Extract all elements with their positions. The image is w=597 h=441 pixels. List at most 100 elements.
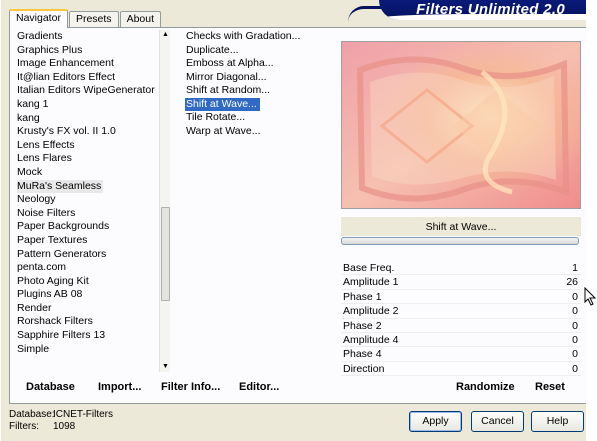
filter-category-item[interactable]: Krusty's FX vol. II 1.0 — [17, 125, 157, 139]
filter-category-item[interactable]: Paper Backgrounds — [17, 220, 157, 234]
category-scrollbar[interactable]: ▲ ▼ — [159, 30, 170, 372]
effect-label: Warp at Wave... — [186, 124, 261, 137]
filter-category-item[interactable]: Lens Effects — [17, 139, 157, 153]
effect-item[interactable]: Checks with Gradation... — [185, 30, 300, 44]
preview-artwork — [342, 42, 580, 208]
filter-category-item[interactable]: Italian Editors WipeGenerator — [17, 84, 157, 98]
parameter-value[interactable]: 0 — [572, 319, 578, 333]
filter-category-label: Graphics Plus — [17, 43, 83, 56]
filter-category-item[interactable]: kang — [17, 112, 157, 126]
scrollbar-thumb[interactable] — [161, 207, 170, 301]
parameter-row[interactable]: Phase 2 0 — [341, 319, 581, 333]
filter-category-label: Paper Backgrounds — [17, 220, 110, 233]
database-value: ICNET-Filters — [53, 409, 113, 420]
parameter-label: Base Freq. — [343, 262, 395, 274]
title-banner: Filters Unlimited 2.0 — [379, 0, 587, 20]
filter-category-item[interactable]: Sapphire Filters 13 — [17, 329, 157, 343]
filter-category-item[interactable]: Render — [17, 302, 157, 316]
tab-navigator[interactable]: Navigator — [9, 9, 68, 28]
app-title: Filters Unlimited 2.0 — [416, 1, 565, 18]
filter-category-item[interactable]: Graphics Plus — [17, 44, 157, 58]
effect-item[interactable]: Shift at Wave... — [185, 97, 295, 111]
filter-category-item[interactable]: Noise Filters — [17, 207, 157, 221]
parameter-row[interactable]: Phase 1 0 — [341, 290, 581, 305]
filter-category-item[interactable]: Image Enhancement — [17, 57, 157, 71]
bottom-actions: Database Import... Filter Info... Editor… — [9, 381, 587, 401]
window-edge — [586, 0, 597, 441]
cancel-button[interactable]: Cancel — [471, 411, 524, 432]
apply-button[interactable]: Apply — [409, 411, 462, 432]
filter-category-label: Image Enhancement — [17, 57, 114, 70]
filter-category-label: Sapphire Filters 13 — [17, 329, 106, 342]
parameter-row[interactable]: Base Freq. 1 — [341, 261, 581, 276]
effect-label: Shift at Random... — [186, 84, 271, 96]
parameter-value[interactable]: 0 — [572, 333, 578, 347]
parameter-label: Direction — [343, 362, 385, 375]
parameter-value[interactable]: 0 — [572, 290, 578, 304]
randomize-button[interactable]: Randomize — [456, 381, 515, 393]
filter-category-item[interactable]: MuRa's Seamless — [17, 179, 157, 194]
parameter-row[interactable]: Phase 4 0 — [341, 347, 581, 362]
effect-list[interactable]: Checks with Gradation... Duplicate... Embo… — [185, 30, 300, 139]
filter-category-label: Lens Flares — [17, 152, 72, 165]
parameter-list[interactable]: Base Freq. 1 Amplitude 1 26 Phase 1 0 Amplitud… — [341, 261, 581, 377]
effect-label: Tile Rotate... — [186, 111, 246, 123]
filter-category-label: Krusty's FX vol. II 1.0 — [17, 125, 116, 138]
parameter-value[interactable]: 0 — [572, 347, 578, 361]
database-label: Database: — [9, 409, 55, 420]
filter-category-list[interactable]: Gradients Graphics Plus Image Enhancement I… — [17, 30, 157, 356]
filter-category-item[interactable]: Paper Textures — [17, 234, 157, 248]
filter-category-label: It@lian Editors Effect — [17, 70, 116, 83]
effect-item[interactable]: Duplicate... — [185, 44, 295, 58]
filter-category-item[interactable]: penta.com — [17, 261, 157, 275]
filter-category-item[interactable]: Rorshack Filters — [17, 315, 157, 329]
filter-category-item[interactable]: Simple — [17, 343, 157, 357]
import-button[interactable]: Import... — [98, 381, 141, 393]
parameter-value[interactable]: 26 — [566, 275, 578, 289]
filter-category-item[interactable]: kang 1 — [17, 98, 157, 112]
preview-image — [341, 41, 581, 209]
filter-category-item[interactable]: Plugins AB 08 — [17, 288, 157, 302]
reset-button[interactable]: Reset — [535, 381, 565, 393]
database-button[interactable]: Database — [26, 381, 75, 393]
filter-category-item[interactable]: It@lian Editors Effect — [17, 71, 157, 85]
parameter-value[interactable]: 0 — [572, 362, 578, 376]
filter-category-item[interactable]: Mock — [17, 166, 157, 180]
effect-item[interactable]: Mirror Diagonal... — [185, 71, 295, 85]
filter-category-label: MuRa's Seamless — [17, 179, 104, 194]
parameter-row[interactable]: Direction 0 — [341, 362, 581, 377]
filter-category-label: Paper Textures — [17, 233, 88, 246]
filter-category-label: Italian Editors WipeGenerator — [17, 84, 155, 97]
tab-presets[interactable]: Presets — [68, 11, 119, 27]
parameter-row[interactable]: Amplitude 2 0 — [341, 304, 581, 319]
filter-category-item[interactable]: Gradients — [17, 30, 157, 44]
filter-category-label: Mock — [17, 165, 43, 178]
effect-label: Duplicate... — [186, 43, 239, 56]
effect-item[interactable]: Shift at Random... — [185, 84, 295, 98]
effect-label: Shift at Wave... — [185, 97, 260, 111]
parameter-row[interactable]: Amplitude 4 0 — [341, 333, 581, 348]
help-button[interactable]: Help — [531, 411, 584, 432]
parameter-label: Phase 1 — [343, 290, 382, 303]
editor-button[interactable]: Editor... — [239, 381, 279, 393]
filter-category-item[interactable]: Neology — [17, 193, 157, 207]
filter-category-item[interactable]: Lens Flares — [17, 152, 157, 166]
scroll-down-icon[interactable]: ▼ — [160, 362, 171, 372]
scroll-up-icon[interactable]: ▲ — [160, 30, 171, 40]
filter-category-label: Pattern Generators — [17, 247, 107, 260]
filter-info-button[interactable]: Filter Info... — [161, 381, 220, 393]
effect-item[interactable]: Warp at Wave... — [185, 125, 295, 139]
filter-category-item[interactable]: Photo Aging Kit — [17, 275, 157, 289]
filter-category-label: Gradients — [17, 30, 63, 42]
parameter-value[interactable]: 0 — [572, 304, 578, 318]
parameter-label: Amplitude 4 — [343, 333, 399, 346]
filter-category-label: kang — [17, 111, 40, 124]
effect-item[interactable]: Tile Rotate... — [185, 111, 295, 125]
filter-category-item[interactable]: Pattern Generators — [17, 248, 157, 262]
tab-about[interactable]: About — [119, 11, 162, 27]
effect-item[interactable]: Emboss at Alpha... — [185, 57, 295, 71]
filters-count-value: 1098 — [53, 421, 76, 432]
parameter-row[interactable]: Amplitude 1 26 — [341, 275, 581, 290]
parameter-value[interactable]: 1 — [572, 261, 578, 275]
filter-category-label: Photo Aging Kit — [17, 274, 89, 287]
